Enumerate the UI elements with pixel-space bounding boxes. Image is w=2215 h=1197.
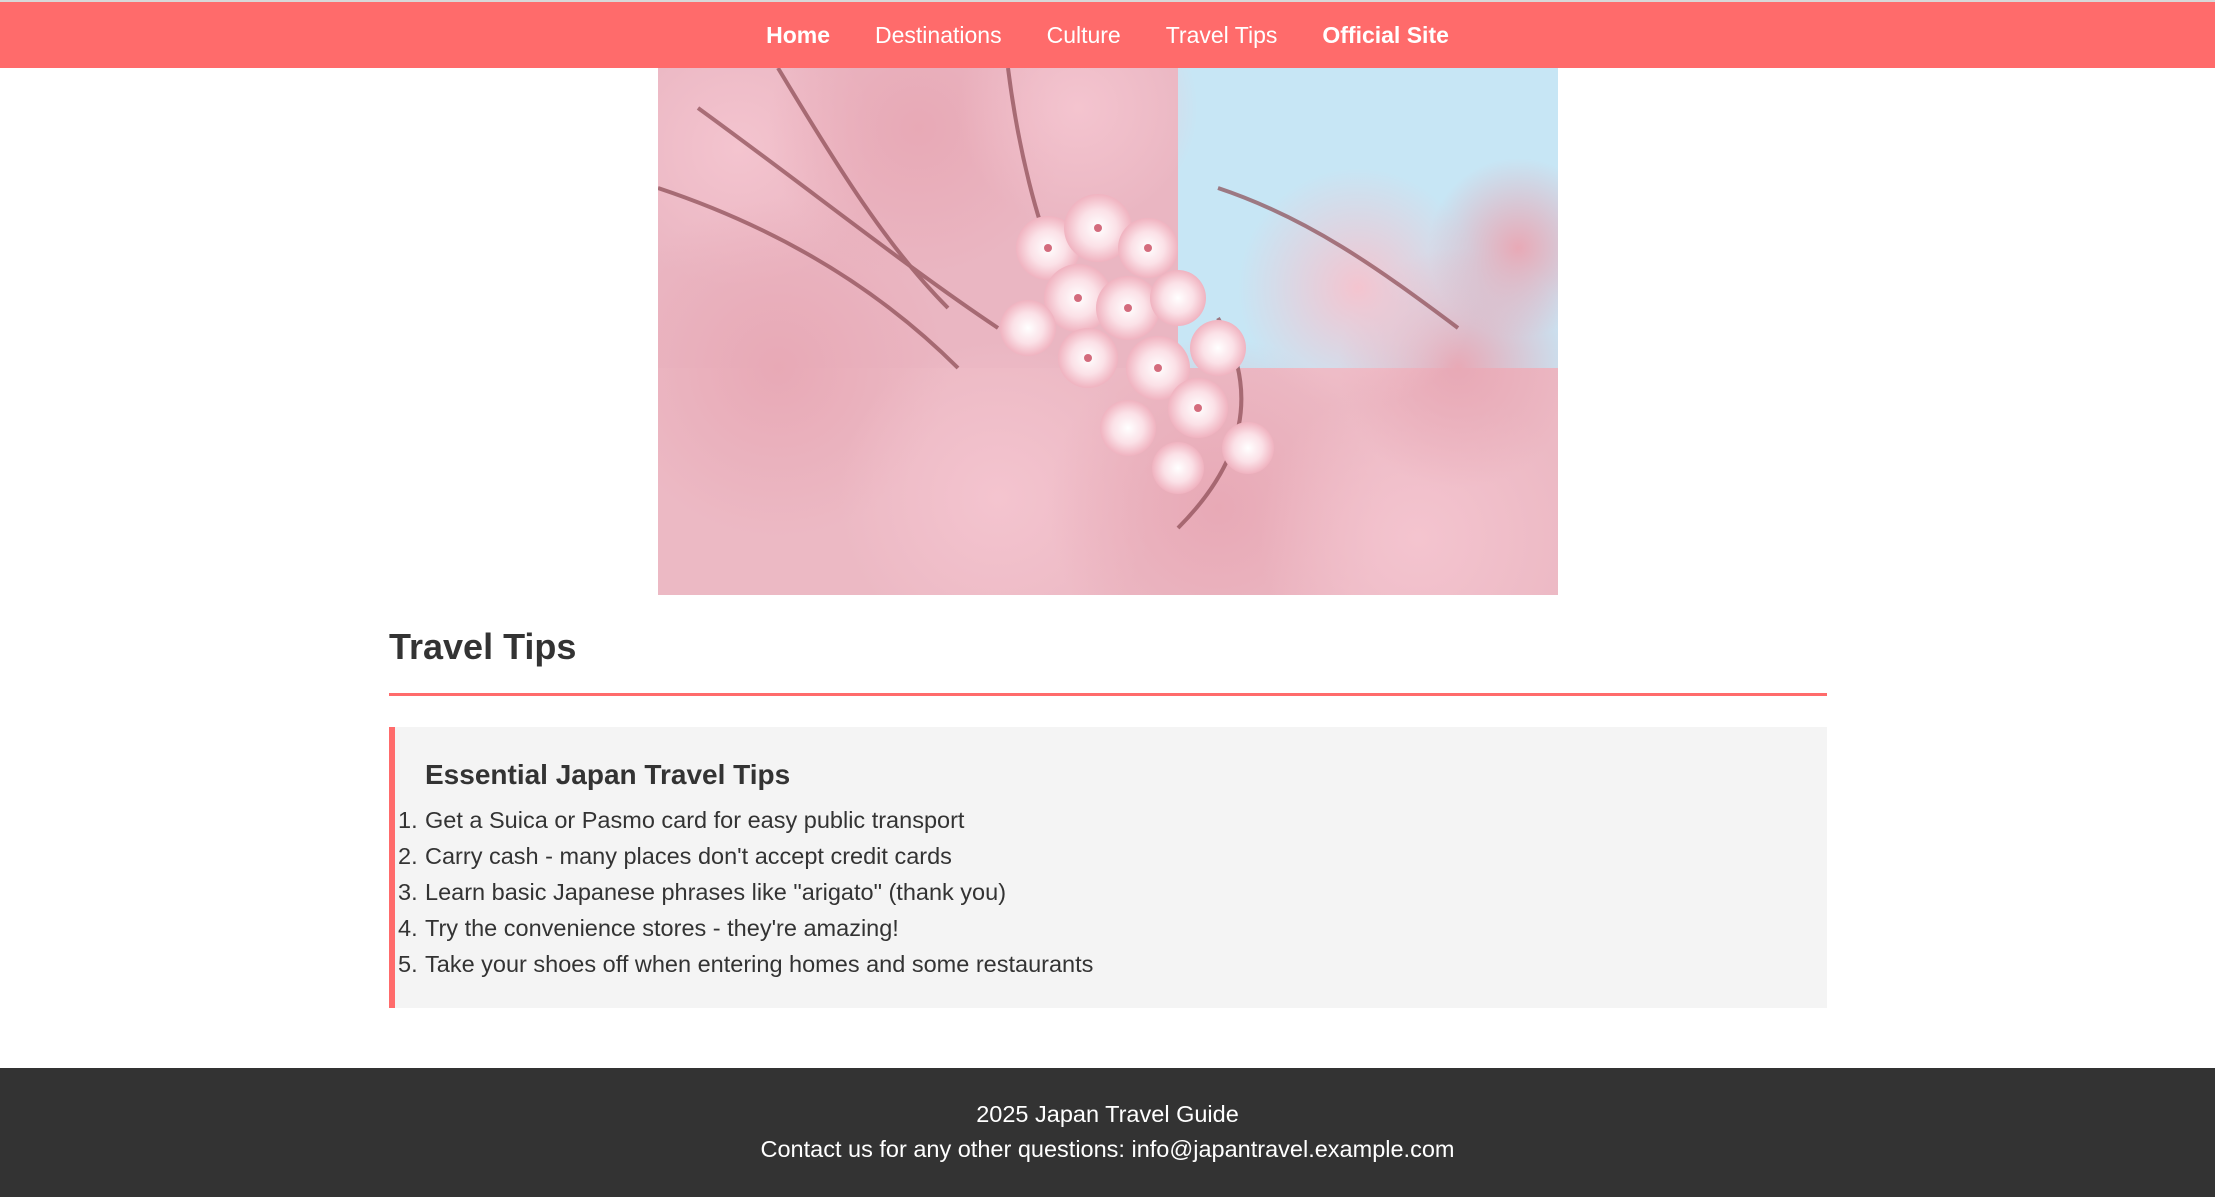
footer-copyright: 2025 Japan Travel Guide (976, 1101, 1239, 1127)
list-item: 3. Learn basic Japanese phrases like "ari… (398, 874, 1093, 910)
nav-home-link[interactable]: Home (766, 22, 830, 49)
list-item-number: 1. (398, 807, 418, 833)
list-item-text: Carry cash - many places don't accept cr… (425, 843, 952, 869)
list-item: 4. Try the convenience stores - they're a… (398, 910, 1093, 946)
tips-list: 1. Get a Suica or Pasmo card for easy pub… (398, 802, 1094, 982)
top-navbar: Home Destinations Culture Travel Tips Of… (0, 2, 2215, 68)
tips-card: Essential Japan Travel Tips 1. Get a Suic… (389, 727, 1827, 1008)
list-item-number: 3. (398, 879, 418, 905)
nav-travel-tips-link[interactable]: Travel Tips (1166, 22, 1278, 49)
nav-culture-link[interactable]: Culture (1047, 22, 1121, 49)
tips-heading: Essential Japan Travel Tips (425, 759, 791, 790)
page: Home Destinations Culture Travel Tips Of… (0, 0, 2215, 1197)
list-item-text: Try the convenience stores - they're ama… (425, 915, 899, 941)
nav-official-site-link[interactable]: Official Site (1322, 22, 1449, 49)
list-item-text: Take your shoes off when entering homes … (425, 951, 1094, 977)
section-title: Travel Tips (389, 626, 577, 667)
footer-contact: Contact us for any other questions: info… (760, 1136, 1455, 1162)
list-item-text: Get a Suica or Pasmo card for easy publi… (425, 807, 965, 833)
cherry-blossom-illustration (658, 68, 1558, 595)
list-item: 1. Get a Suica or Pasmo card for easy pub… (398, 802, 1093, 838)
hero-cherry-blossom-image (658, 68, 1558, 595)
list-item-number: 4. (398, 915, 418, 941)
nav-destinations-link[interactable]: Destinations (875, 22, 1002, 49)
section-divider (389, 693, 1827, 696)
list-item-number: 5. (398, 951, 418, 977)
list-item-number: 2. (398, 843, 418, 869)
list-item: 2. Carry cash - many places don't accept … (398, 838, 1093, 874)
list-item: 5. Take your shoes off when entering home… (398, 946, 1094, 982)
list-item-text: Learn basic Japanese phrases like "ariga… (425, 879, 1007, 905)
page-footer: 2025 Japan Travel Guide Contact us for a… (0, 1068, 2215, 1197)
